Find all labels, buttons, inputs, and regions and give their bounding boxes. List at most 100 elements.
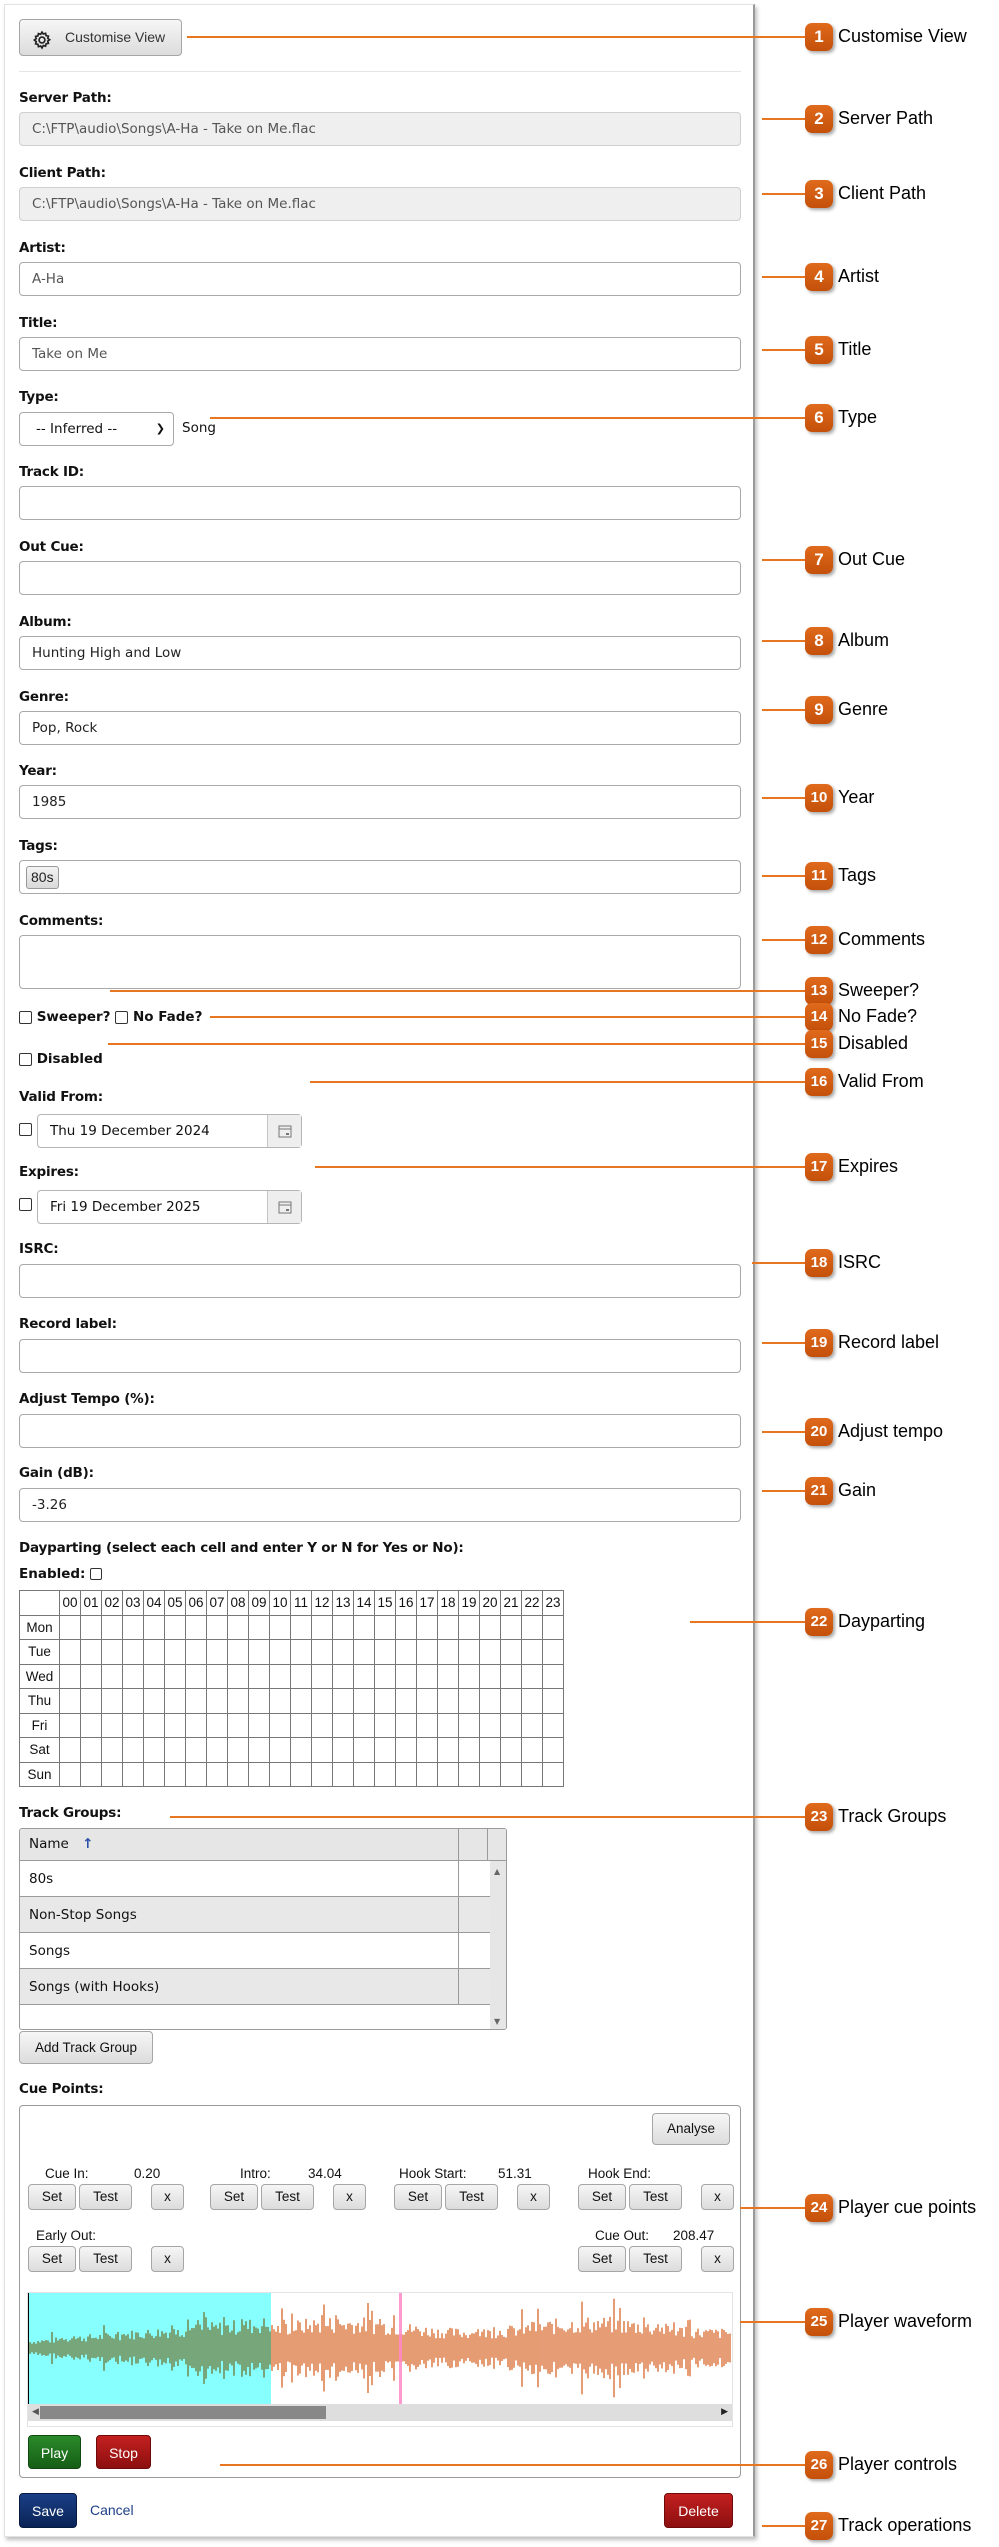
dayparting-cell[interactable] xyxy=(542,1663,564,1689)
dayparting-cell[interactable] xyxy=(395,1639,417,1665)
dayparting-cell[interactable] xyxy=(374,1688,396,1714)
cue-clear-button[interactable]: x xyxy=(701,2184,734,2210)
dayparting-cell[interactable] xyxy=(500,1688,522,1714)
adjust-tempo-field[interactable] xyxy=(19,1414,741,1448)
dayparting-cell[interactable] xyxy=(164,1614,186,1640)
track-group-row[interactable]: 80s xyxy=(20,1861,490,1897)
dayparting-cell[interactable] xyxy=(227,1688,249,1714)
cue-test-button[interactable]: Test xyxy=(629,2184,682,2210)
dayparting-cell[interactable] xyxy=(521,1614,543,1640)
dayparting-cell[interactable] xyxy=(416,1712,438,1738)
dayparting-cell[interactable] xyxy=(248,1639,270,1665)
save-button[interactable]: Save xyxy=(19,2493,77,2528)
dayparting-cell[interactable] xyxy=(479,1639,501,1665)
track-group-row[interactable]: Songs xyxy=(20,1933,490,1969)
dayparting-cell[interactable] xyxy=(80,1712,102,1738)
dayparting-cell[interactable] xyxy=(269,1614,291,1640)
expires-date-field[interactable]: Fri 19 December 2025 xyxy=(37,1190,302,1224)
year-field[interactable]: 1985 xyxy=(19,785,741,819)
dayparting-cell[interactable] xyxy=(206,1639,228,1665)
cue-set-button[interactable]: Set xyxy=(210,2184,258,2210)
out-cue-field[interactable] xyxy=(19,561,741,595)
gain-field[interactable]: -3.26 xyxy=(19,1488,741,1522)
client-path-field[interactable]: C:\FTP\audio\Songs\A-Ha - Take on Me.fla… xyxy=(19,187,741,221)
dayparting-cell[interactable] xyxy=(416,1663,438,1689)
dayparting-cell[interactable] xyxy=(101,1712,123,1738)
dayparting-cell[interactable] xyxy=(290,1712,312,1738)
dayparting-cell[interactable] xyxy=(80,1761,102,1787)
delete-button[interactable]: Delete xyxy=(664,2493,733,2528)
calendar-icon[interactable] xyxy=(267,1115,301,1147)
add-track-group-button[interactable]: Add Track Group xyxy=(19,2031,153,2064)
dayparting-cell[interactable] xyxy=(101,1761,123,1787)
dayparting-cell[interactable] xyxy=(164,1688,186,1714)
dayparting-cell[interactable] xyxy=(122,1663,144,1689)
dayparting-cell[interactable] xyxy=(227,1737,249,1763)
scroll-left-icon[interactable]: ◀ xyxy=(32,2406,39,2417)
dayparting-cell[interactable] xyxy=(458,1761,480,1787)
dayparting-cell[interactable] xyxy=(353,1712,375,1738)
dayparting-cell[interactable] xyxy=(290,1614,312,1640)
dayparting-cell[interactable] xyxy=(353,1614,375,1640)
dayparting-cell[interactable] xyxy=(206,1688,228,1714)
dayparting-cell[interactable] xyxy=(206,1761,228,1787)
dayparting-cell[interactable] xyxy=(290,1737,312,1763)
cue-set-button[interactable]: Set xyxy=(578,2184,626,2210)
dayparting-cell[interactable] xyxy=(500,1663,522,1689)
artist-field[interactable]: A-Ha xyxy=(19,262,741,296)
dayparting-cell[interactable] xyxy=(122,1712,144,1738)
dayparting-cell[interactable] xyxy=(122,1737,144,1763)
dayparting-cell[interactable] xyxy=(542,1614,564,1640)
dayparting-cell[interactable] xyxy=(80,1639,102,1665)
title-field[interactable]: Take on Me xyxy=(19,337,741,371)
dayparting-cell[interactable] xyxy=(311,1737,333,1763)
waveform-scroll-thumb[interactable] xyxy=(40,2406,326,2419)
dayparting-cell[interactable] xyxy=(290,1663,312,1689)
dayparting-cell[interactable] xyxy=(248,1712,270,1738)
waveform-scrollbar[interactable]: ◀ ▶ xyxy=(28,2404,732,2421)
genre-field[interactable]: Pop, Rock xyxy=(19,711,741,745)
dayparting-cell[interactable] xyxy=(269,1712,291,1738)
server-path-field[interactable]: C:\FTP\audio\Songs\A-Ha - Take on Me.fla… xyxy=(19,112,741,146)
dayparting-cell[interactable] xyxy=(143,1712,165,1738)
dayparting-cell[interactable] xyxy=(353,1688,375,1714)
dayparting-cell[interactable] xyxy=(122,1688,144,1714)
analyse-button[interactable]: Analyse xyxy=(652,2113,730,2145)
cue-test-button[interactable]: Test xyxy=(629,2246,682,2272)
dayparting-cell[interactable] xyxy=(542,1737,564,1763)
dayparting-cell[interactable] xyxy=(332,1688,354,1714)
valid-from-checkbox[interactable] xyxy=(19,1123,32,1136)
dayparting-cell[interactable] xyxy=(332,1737,354,1763)
dayparting-cell[interactable] xyxy=(521,1688,543,1714)
dayparting-cell[interactable] xyxy=(269,1761,291,1787)
dayparting-cell[interactable] xyxy=(185,1761,207,1787)
dayparting-cell[interactable] xyxy=(353,1761,375,1787)
dayparting-cell[interactable] xyxy=(311,1761,333,1787)
dayparting-cell[interactable] xyxy=(416,1614,438,1640)
dayparting-cell[interactable] xyxy=(185,1688,207,1714)
dayparting-cell[interactable] xyxy=(101,1737,123,1763)
dayparting-cell[interactable] xyxy=(479,1688,501,1714)
scroll-right-icon[interactable]: ▶ xyxy=(721,2406,728,2417)
dayparting-cell[interactable] xyxy=(416,1737,438,1763)
customise-view-button[interactable]: Customise View xyxy=(19,19,182,56)
dayparting-cell[interactable] xyxy=(332,1663,354,1689)
scroll-up-icon[interactable]: ▲ xyxy=(494,1867,500,1876)
dayparting-cell[interactable] xyxy=(290,1761,312,1787)
dayparting-cell[interactable] xyxy=(437,1712,459,1738)
dayparting-cell[interactable] xyxy=(206,1712,228,1738)
dayparting-cell[interactable] xyxy=(332,1639,354,1665)
dayparting-cell[interactable] xyxy=(227,1761,249,1787)
track-groups-header[interactable]: Name ↑ xyxy=(20,1829,506,1861)
dayparting-cell[interactable] xyxy=(500,1761,522,1787)
dayparting-cell[interactable] xyxy=(143,1614,165,1640)
dayparting-cell[interactable] xyxy=(269,1663,291,1689)
dayparting-cell[interactable] xyxy=(311,1663,333,1689)
dayparting-cell[interactable] xyxy=(122,1639,144,1665)
cue-test-button[interactable]: Test xyxy=(79,2246,132,2272)
dayparting-cell[interactable] xyxy=(521,1737,543,1763)
calendar-icon[interactable] xyxy=(267,1191,301,1223)
dayparting-enabled-checkbox[interactable] xyxy=(90,1568,103,1580)
dayparting-cell[interactable] xyxy=(542,1639,564,1665)
dayparting-cell[interactable] xyxy=(395,1663,417,1689)
